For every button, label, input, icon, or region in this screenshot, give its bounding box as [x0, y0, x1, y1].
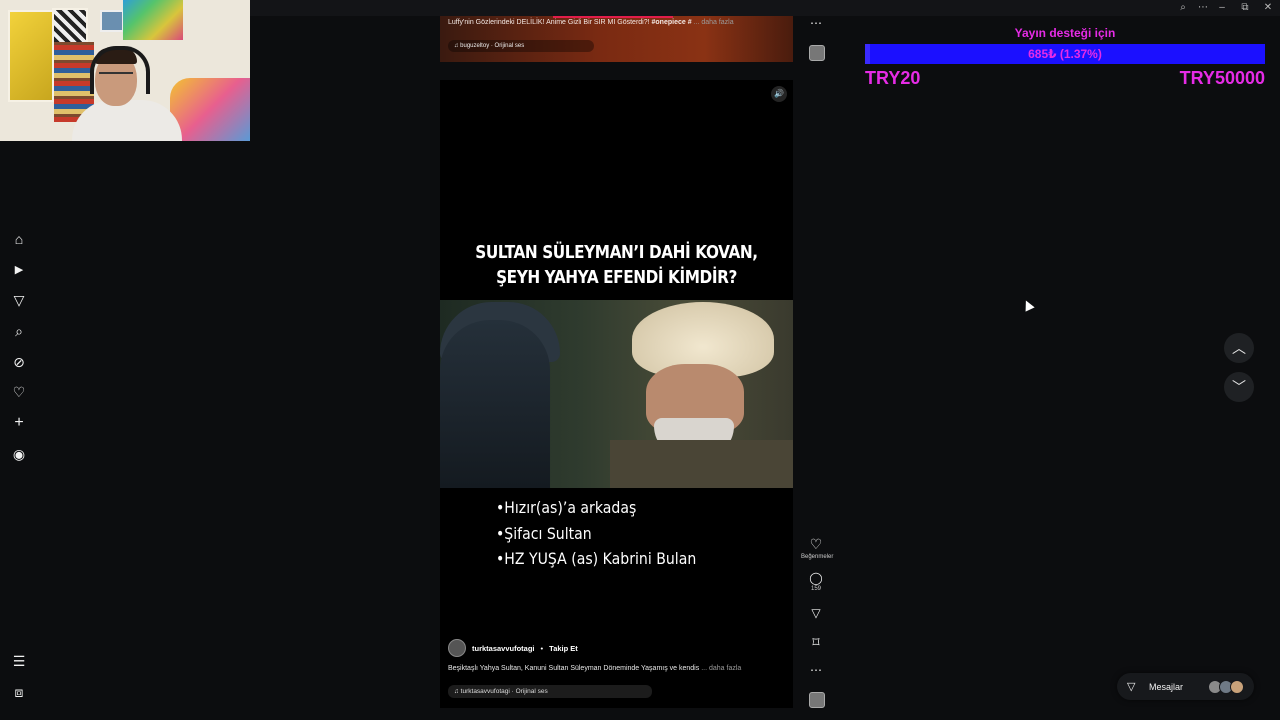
bullet-item: •Hızır(as)’a arkadaş: [496, 498, 637, 517]
reel-audio[interactable]: ♫ turktasavvufotagi · Orijinal ses: [448, 685, 652, 698]
figure-left: [440, 320, 550, 488]
previous-reel-button[interactable]: ︿: [1224, 333, 1254, 363]
wall-frame: [100, 10, 124, 32]
reels-icon[interactable]: ▶: [6, 260, 32, 280]
author-avatar[interactable]: [448, 639, 466, 657]
messages-button[interactable]: ▽ Mesajlar: [1117, 673, 1254, 700]
previous-reel-card[interactable]: Luffy'nin Gözlerindeki DELİLİK! Anime Gi…: [440, 16, 793, 62]
comment-count: 159: [810, 586, 821, 592]
previous-audio-thumbnail[interactable]: [809, 45, 825, 61]
glasses: [99, 72, 133, 80]
maximize-button[interactable]: ⧉: [1235, 2, 1255, 14]
headset: [90, 46, 150, 94]
caption-text: Luffy'nin Gözlerindeki DELİLİK! Anime Gi…: [448, 19, 652, 26]
progress-line: [553, 16, 673, 18]
zoom-icon[interactable]: ⌕: [1173, 2, 1193, 14]
webcam-overlay: [0, 0, 250, 141]
author-name[interactable]: turktasavvufotagi: [472, 644, 535, 653]
comment-button[interactable]: ◯ 159: [801, 571, 831, 592]
create-icon[interactable]: +: [6, 413, 32, 433]
chevron-down-icon: ﹀: [1232, 379, 1246, 395]
explore-icon[interactable]: ⊘: [6, 352, 32, 372]
heart-icon: ♡: [809, 536, 823, 552]
wall-chessboard: [52, 8, 88, 44]
reel-bullet-list: •Hızır(as)’a arkadaş •Şifacı Sultan •HZ …: [496, 495, 696, 572]
wall-poster: [123, 0, 183, 40]
sound-icon[interactable]: 🔊: [771, 86, 787, 102]
profile-icon[interactable]: ◉: [6, 444, 32, 464]
description-text: Beşiktaşlı Yahya Sultan, Kanuni Sultan S…: [448, 665, 700, 672]
reel-author-row: turktasavvufotagi • Takip Et: [448, 639, 578, 657]
send-icon[interactable]: ▽: [6, 290, 32, 310]
reel-headline: SULTAN SÜLEYMAN’I DAHİ KOVAN, ŞEYH YAHYA…: [466, 240, 766, 290]
headline-line-1: SULTAN SÜLEYMAN’I DAHİ KOVAN,: [475, 242, 758, 263]
bullet-item: •HZ YUŞA (as) Kabrini Bulan: [496, 549, 697, 568]
bullet-item: •Şifacı Sultan: [496, 523, 592, 543]
like-label: Beğenmeler: [801, 554, 834, 560]
minimize-button[interactable]: –: [1212, 2, 1232, 14]
reel-description: Beşiktaşlı Yahya Sultan, Kanuni Sultan S…: [448, 665, 741, 672]
menu-icon[interactable]: ☰: [6, 651, 32, 671]
threads-icon[interactable]: ⧈: [6, 682, 32, 702]
previous-reel-caption: Luffy'nin Gözlerindeki DELİLİK! Anime Gi…: [448, 19, 734, 26]
mouse-cursor-icon: [1021, 298, 1035, 312]
close-button[interactable]: ✕: [1258, 2, 1278, 14]
headline-line-2: ŞEYH YAHYA EFENDİ KİMDİR?: [496, 267, 737, 288]
save-icon[interactable]: ⌑: [801, 634, 831, 651]
share-icon[interactable]: ▽: [801, 606, 831, 620]
wall-painting: [8, 10, 54, 102]
more-link[interactable]: ... daha fazla: [701, 665, 741, 672]
donation-progress-text: 685₺ (1.37%): [1028, 47, 1102, 61]
donation-title: Yayın desteği için: [1014, 26, 1116, 40]
next-reel-button[interactable]: ﹀: [1224, 372, 1254, 402]
video-frame: [440, 300, 793, 488]
previous-reel-audio[interactable]: ♫ buguzeltoy · Orijinal ses: [448, 40, 594, 52]
comment-icon: ◯: [809, 571, 823, 585]
more-options-icon[interactable]: ⋯: [801, 663, 831, 677]
pillow: [170, 78, 250, 141]
home-icon[interactable]: ⌂: [6, 229, 32, 249]
search-icon[interactable]: ⌕: [6, 321, 32, 341]
more-options-icon[interactable]: ⋯: [1193, 2, 1213, 14]
like-button[interactable]: ♡ Beğenmeler: [801, 536, 834, 560]
caption-hashtag[interactable]: #onepiece #: [652, 19, 692, 26]
separator: •: [540, 643, 544, 653]
chevron-up-icon: ︿: [1232, 340, 1246, 356]
follow-button[interactable]: Takip Et: [549, 644, 578, 653]
donation-progress-bar: 685₺ (1.37%): [865, 44, 1265, 64]
audio-thumbnail[interactable]: [809, 692, 825, 708]
more-link[interactable]: ... daha fazla: [694, 19, 734, 26]
message-avatars: [1208, 680, 1244, 694]
messages-label: Mesajlar: [1149, 681, 1184, 692]
send-icon: ▽: [1127, 681, 1136, 693]
donation-max-label: TRY50000: [1179, 68, 1265, 88]
heart-icon[interactable]: ♡: [6, 382, 32, 402]
more-options-icon[interactable]: ⋯: [801, 16, 831, 30]
reel-video[interactable]: 🔊 SULTAN SÜLEYMAN’I DAHİ KOVAN, ŞEYH YAH…: [440, 80, 793, 708]
avatar: [1230, 680, 1244, 694]
figure-robe: [610, 440, 793, 488]
donation-min-label: TRY20: [865, 68, 921, 88]
